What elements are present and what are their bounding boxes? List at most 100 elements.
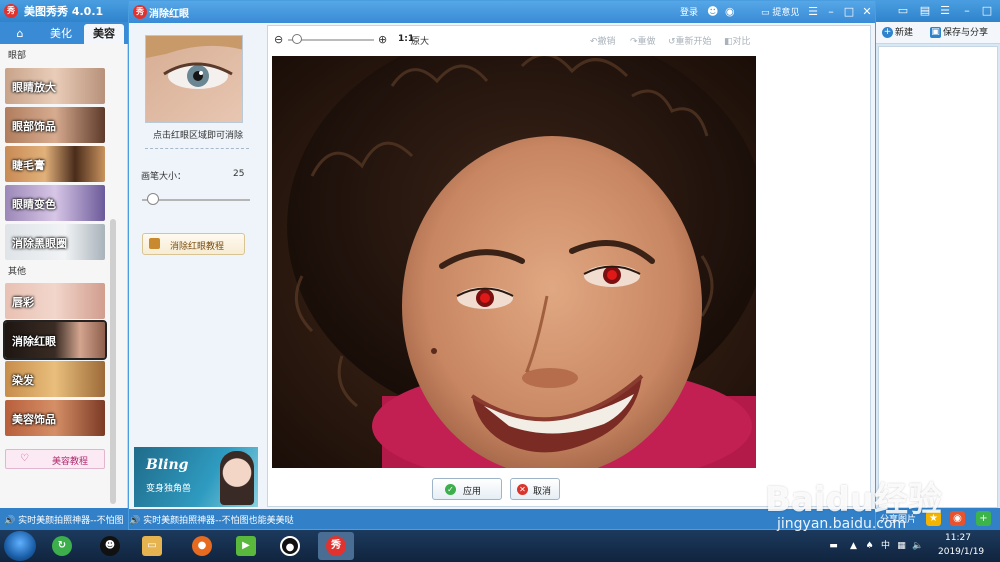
sidebar-item-eye-color[interactable]: 眼睛变色 (5, 185, 105, 221)
watermark-text: Baidu经验 (765, 480, 943, 520)
section-title-eyes: 眼部 (8, 51, 27, 61)
photo-canvas[interactable] (272, 56, 756, 468)
beauty-tutorial-button[interactable]: ♡ 美容教程 (5, 449, 105, 469)
taskbar-app-meitu[interactable]: 秀 (318, 532, 354, 560)
sidebar-item-lip-gloss[interactable]: 唇彩 (5, 283, 105, 319)
login-link[interactable]: 登录 (680, 5, 698, 18)
save-share-button[interactable]: ▣ 保存与分享 (930, 25, 988, 38)
sidebar-item-beauty-accessories[interactable]: 美容饰品 (5, 400, 105, 436)
original-size-button[interactable]: 原大 (411, 34, 429, 47)
weibo-login-icon[interactable]: ◉ (725, 5, 735, 18)
bottom-ticker-left[interactable]: 🔊 实时美颜拍照神器--不怕图 (0, 508, 128, 530)
sidebar-item-label: 睫毛膏 (12, 159, 45, 172)
feedback-link[interactable]: ▭ 提意见 (761, 5, 799, 18)
skin-icon[interactable]: ▤ (918, 4, 932, 18)
taskbar-app-recorder[interactable]: ● (272, 532, 308, 560)
sidebar-item-dark-circles[interactable]: 消除黑眼圈 (5, 224, 105, 260)
taskbar-app-360[interactable]: ↻ (44, 532, 80, 560)
ticker-label: 实时美颜拍照神器--不怕图 (18, 516, 124, 526)
tab-home[interactable]: ⌂ (2, 24, 38, 44)
penguin-icon: ☻ (100, 536, 120, 556)
new-label: 新建 (895, 28, 914, 38)
play-icon: ▶ (236, 536, 256, 556)
sidebar-scrollbar[interactable] (110, 219, 116, 504)
redo-button[interactable]: ↷重做 (630, 34, 656, 47)
windows-start-button[interactable] (4, 531, 36, 561)
record-icon: ● (280, 536, 300, 556)
redo-label: 重做 (637, 37, 656, 47)
book-icon: ♡ (20, 453, 29, 464)
redo-icon: ↷ (630, 37, 638, 47)
undo-label: 撤销 (597, 37, 616, 47)
tab-beauty[interactable]: 美容 (84, 24, 124, 44)
red-eye-tutorial-button[interactable]: 消除红眼教程 (142, 233, 245, 255)
ticker-text-dialog: 🔊 实时美颜拍照神器--不怕图也能美美哒 (129, 513, 294, 526)
compare-icon: ◧ (724, 37, 733, 47)
tab-beautify[interactable]: 美化 (42, 24, 80, 44)
dialog-tool-panel: 点击红眼区域即可消除 画笔大小： 25 消除红眼教程 (135, 27, 261, 507)
zoom-toolbar: ⊖ ⊕ 1:1 原大 ↶撤销 ↷重做 ↺重新开始 ◧对比 (268, 26, 870, 54)
new-button[interactable]: + 新建 (882, 25, 913, 38)
sidebar-item-red-eye[interactable]: 消除红眼 (3, 320, 107, 360)
chat-icon[interactable]: ▭ (896, 4, 910, 18)
red-eye-tutorial-label: 消除红眼教程 (170, 242, 225, 252)
sidebar-item-label: 唇彩 (12, 296, 34, 309)
main-tabs: ⌂ 美化 美容 (0, 22, 128, 44)
sidebar-item-eye-enlarge[interactable]: 眼睛放大 (5, 68, 105, 104)
watermark-url: jingyan.baidu.com (777, 516, 907, 532)
compare-button[interactable]: ◧对比 (724, 34, 751, 47)
dialog-close-icon[interactable]: ✕ (859, 4, 875, 20)
feedback-label: 提意见 (772, 8, 800, 18)
sidebar-item-label: 消除红眼 (12, 335, 56, 348)
sidebar-item-mascara[interactable]: 睫毛膏 (5, 146, 105, 182)
brush-size-label: 画笔大小： (141, 172, 187, 182)
brush-size-slider-thumb[interactable] (146, 193, 159, 205)
book-icon (149, 238, 160, 249)
dialog-title: 消除红眼 (149, 9, 189, 20)
cancel-button[interactable]: ✕ 取消 (510, 478, 560, 500)
dialog-minimize-icon[interactable]: – (823, 4, 839, 20)
bottom-ticker-dialog[interactable]: 🔊 实时美颜拍照神器--不怕图也能美美哒 (129, 509, 875, 529)
close-icon: ✕ (517, 484, 528, 495)
home-icon: ⌂ (16, 27, 24, 40)
speaker-icon: 🔊 (4, 516, 16, 526)
taskbar-app-qq[interactable]: ☻ (92, 532, 128, 560)
sidebar-item-label: 染发 (12, 374, 34, 387)
maximize-icon[interactable]: □ (980, 4, 994, 18)
right-panel (878, 46, 998, 508)
ad-subtitle: 变身独角兽 (146, 484, 192, 494)
dialog-maximize-icon[interactable]: □ (841, 4, 857, 20)
apply-label: 应用 (463, 487, 482, 497)
baidu-watermark: Baidu经验 jingyan.baidu.com (765, 450, 990, 550)
folder-icon: ▭ (142, 536, 162, 556)
sidebar-item-eye-accessories[interactable]: 眼部饰品 (5, 107, 105, 143)
taskbar-app-explorer[interactable]: ▭ (134, 532, 170, 560)
sidebar-item-label: 眼部饰品 (12, 120, 56, 133)
zoom-in-icon[interactable]: ⊕ (378, 33, 387, 46)
save-icon: ▣ (930, 27, 941, 38)
beauty-tutorial-label: 美容教程 (52, 457, 89, 467)
undo-icon: ↶ (590, 37, 598, 47)
menu-icon[interactable]: ☰ (938, 4, 952, 18)
taskbar-app-firefox[interactable]: ● (184, 532, 220, 560)
dialog-menu-icon[interactable]: ☰ (805, 4, 821, 20)
taskbar-app-iqiyi[interactable]: ▶ (228, 532, 264, 560)
cancel-label: 取消 (533, 487, 552, 497)
dialog-titlebar: 秀 消除红眼 登录 ☻ ◉ ▭ 提意见 ☰ – □ ✕ (129, 1, 875, 23)
zoom-out-icon[interactable]: ⊖ (274, 33, 283, 46)
app-logo-icon: 秀 (4, 4, 18, 18)
minimize-icon[interactable]: – (960, 4, 974, 18)
ad-banner[interactable]: Bling 变身独角兽 (134, 447, 258, 507)
sidebar-item-hair-dye[interactable]: 染发 (5, 361, 105, 397)
sidebar-item-label: 消除黑眼圈 (12, 237, 67, 250)
zoom-slider-thumb[interactable] (292, 34, 303, 44)
qq-icon[interactable]: ☻ (707, 5, 718, 18)
red-eye-hint: 点击红眼区域即可消除 (152, 131, 243, 141)
apply-button[interactable]: ✓ 应用 (432, 478, 502, 500)
plus-icon: + (882, 27, 893, 38)
eye-preview-image (145, 35, 243, 123)
reset-button[interactable]: ↺重新开始 (668, 34, 712, 47)
sidebar-item-label: 眼睛变色 (12, 198, 56, 211)
section-title-other: 其他 (8, 267, 27, 277)
undo-button[interactable]: ↶撤销 (590, 34, 616, 47)
